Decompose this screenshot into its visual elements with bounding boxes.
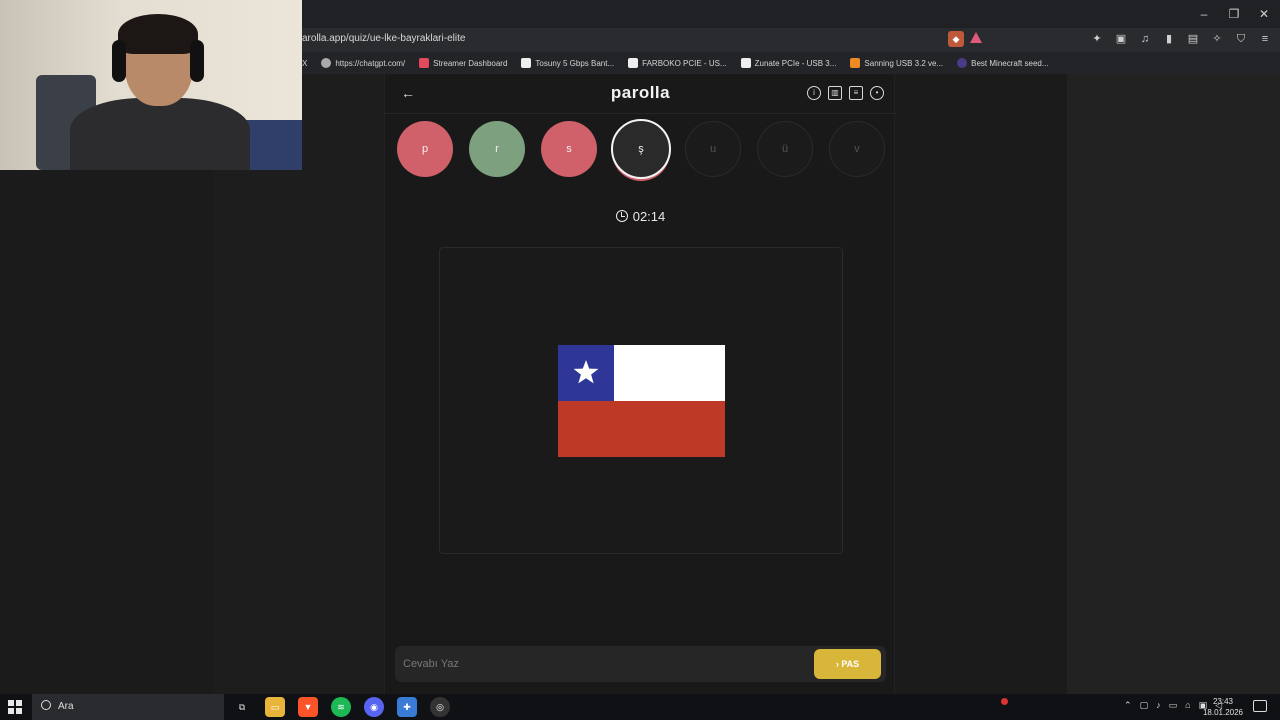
windows-start-icon[interactable] — [8, 700, 22, 714]
leo-icon[interactable]: ✧ — [1210, 32, 1224, 46]
bookmark-chatgpt[interactable]: https://chatgpt.com/ — [321, 58, 405, 68]
tray-app-icon[interactable]: ▢ — [1140, 700, 1149, 711]
file-explorer-icon[interactable]: ▭ — [265, 697, 285, 717]
answer-bar: › PAS — [395, 646, 886, 682]
letter-s: s — [541, 121, 597, 177]
discord-icon[interactable]: ◉ — [364, 697, 384, 717]
bookmark-minecraft[interactable]: Best Minecraft seed... — [957, 58, 1049, 68]
letter-p: p — [397, 121, 453, 177]
taskbar-search[interactable]: Ara — [32, 694, 224, 720]
bookmark-zunate[interactable]: Zunate PCIe - USB 3... — [740, 58, 836, 68]
bookmark-tosuny[interactable]: Tosuny 5 Gbps Bant... — [521, 58, 614, 68]
chevron-up-icon[interactable]: ⌃ — [1124, 700, 1132, 711]
close-icon[interactable]: ✕ — [1254, 5, 1274, 23]
header-actions: i ▥ ≡ • — [807, 86, 884, 100]
info-icon[interactable]: i — [807, 86, 821, 100]
taskview-icon[interactable]: ⧉ — [232, 697, 252, 717]
spotify-icon[interactable]: ≋ — [331, 697, 351, 717]
minecraft-icon — [957, 58, 968, 68]
flag-image — [558, 345, 725, 457]
star-icon — [573, 360, 599, 384]
notification-icon[interactable] — [1253, 700, 1267, 712]
headphone-left — [112, 40, 126, 82]
taskbar-search-text: Ara — [58, 701, 74, 712]
brave-shield-icon[interactable]: ◆ — [948, 31, 964, 47]
flag-white-band — [614, 345, 725, 401]
network-icon[interactable]: ⌂ — [1185, 700, 1190, 711]
question-card — [439, 247, 843, 554]
webcam-person-body — [70, 98, 250, 170]
timer-value: 02:14 — [632, 209, 666, 224]
timer: 02:14 — [385, 209, 896, 224]
message-icon[interactable]: ≡ — [849, 86, 863, 100]
notification-badge — [1001, 698, 1008, 705]
bookmark-x[interactable]: X — [302, 59, 307, 68]
clock-date: 18.01.2026 — [1202, 708, 1244, 717]
search-icon — [41, 700, 51, 710]
quiz-app: ← parolla i ▥ ≡ • p r s ş u ü v 02:14 Ce… — [384, 74, 896, 694]
taskbar-apps: ⧉ ▭ ▼ ≋ ◉ ✚ ◎ — [232, 697, 450, 717]
toolbar-icons: ✦ ▣ ♫ ▮ ▤ ✧ ⛉ ≡ — [1090, 32, 1272, 46]
profile-icon[interactable]: • — [870, 86, 884, 100]
letter-u-umlaut: ü — [757, 121, 813, 177]
answer-input[interactable] — [403, 652, 803, 676]
vpn-icon[interactable]: ⛉ — [1234, 32, 1248, 46]
mic-icon[interactable]: ♪ — [1156, 700, 1161, 711]
restore-icon[interactable]: ❐ — [1224, 5, 1244, 23]
screenshot-icon[interactable]: ▣ — [1114, 32, 1128, 46]
clock-icon — [615, 210, 628, 222]
taskbar-clock[interactable]: 23:43 18.01.2026 — [1198, 696, 1248, 718]
letter-v: v — [829, 121, 885, 177]
hb-icon — [850, 58, 861, 68]
url-text[interactable]: arolla.app/quiz/ue-lke-bayraklari-elite — [302, 33, 465, 44]
music-icon[interactable]: ♫ — [1138, 32, 1152, 46]
bookmark-farboko[interactable]: FARBOKO PCIE - US... — [628, 58, 727, 68]
sidebar-icon[interactable]: ▮ — [1162, 32, 1176, 46]
headphone-right — [190, 40, 204, 82]
right-background — [1067, 74, 1280, 694]
display-icon[interactable]: ▭ — [1169, 700, 1178, 711]
bookmark-sanning[interactable]: Sanning USB 3.2 ve... — [850, 58, 943, 68]
extensions-icon[interactable]: ✦ — [1090, 32, 1104, 46]
pass-button[interactable]: › PAS — [814, 649, 881, 679]
letter-s-cedilla-active: ş — [611, 119, 671, 179]
stats-icon[interactable]: ▥ — [828, 86, 842, 100]
bookmark-streamer[interactable]: Streamer Dashboard — [419, 58, 507, 68]
app-icon[interactable]: ✚ — [397, 697, 417, 717]
amazon-icon — [521, 58, 532, 68]
webcam-person-hair — [118, 14, 198, 54]
menu-icon[interactable]: ≡ — [1258, 32, 1272, 46]
minimize-icon[interactable]: – — [1194, 5, 1214, 23]
obs-icon[interactable]: ◎ — [430, 697, 450, 717]
streamer-icon — [419, 58, 430, 68]
amazon-icon — [740, 58, 751, 68]
brave-icon[interactable]: ▼ — [298, 697, 318, 717]
letter-u: u — [685, 121, 741, 177]
letter-r: r — [469, 121, 525, 177]
screen: – ❐ ✕ arolla.app/quiz/ue-lke-bayraklari-… — [0, 0, 1280, 720]
letter-progress: p r s ş u ü v — [397, 119, 887, 181]
wallet-icon[interactable]: ▤ — [1186, 32, 1200, 46]
globe-icon — [321, 58, 332, 68]
app-header: ← parolla i ▥ ≡ • — [385, 74, 896, 114]
amazon-icon — [628, 58, 639, 68]
taskbar: Ara ⧉ ▭ ▼ ≋ ◉ ✚ ◎ ⌃ ▢ ♪ ▭ ⌂ ▣ ◁ 23:43 18… — [0, 694, 1280, 720]
webcam-overlay — [0, 0, 302, 170]
brave-rewards-icon[interactable] — [970, 32, 982, 43]
flag-red-band — [558, 401, 725, 457]
clock-time: 23:43 — [1212, 697, 1234, 706]
